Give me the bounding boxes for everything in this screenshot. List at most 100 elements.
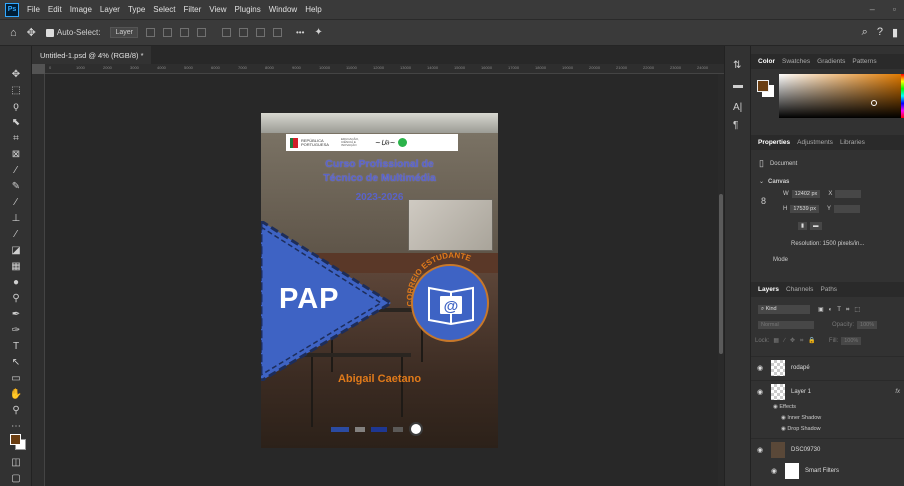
history-brush-icon[interactable]: ⁄ [10, 228, 22, 240]
object-select-icon[interactable]: ⬉ [10, 116, 22, 128]
gradient-icon[interactable]: ▦ [10, 260, 22, 272]
opacity-field[interactable]: 100% [857, 321, 878, 329]
comments-panel-icon[interactable]: ▬ [733, 80, 743, 91]
document-canvas[interactable]: REPÚBLICA PORTUGUESA EDUCAÇÃO, CIÊNCIA E… [261, 113, 498, 448]
path-select-icon[interactable]: ↖ [10, 356, 22, 368]
tab-properties[interactable]: Properties [758, 139, 790, 146]
tab-swatches[interactable]: Swatches [782, 58, 810, 65]
character-panel-icon[interactable]: A| [733, 102, 742, 113]
menu-image[interactable]: Image [70, 5, 92, 14]
menu-select[interactable]: Select [153, 5, 175, 14]
tab-channels[interactable]: Channels [786, 286, 813, 293]
layer-row-rodape[interactable]: ◉ rodapé [751, 356, 904, 378]
minimize-icon[interactable]: – [870, 4, 875, 14]
history-panel-icon[interactable]: ⇅ [733, 60, 741, 71]
stamp-icon[interactable]: ⊥ [10, 212, 22, 224]
auto-select-dropdown[interactable]: Layer [110, 27, 138, 38]
drop-shadow-row[interactable]: ◉ Drop Shadow [781, 426, 821, 432]
link-dimensions-icon[interactable]: 8 [761, 196, 766, 206]
y-field[interactable] [834, 205, 860, 213]
tab-paths[interactable]: Paths [820, 286, 837, 293]
visibility-eye-icon[interactable]: ◉ [767, 467, 781, 475]
align-top-icon[interactable] [196, 28, 206, 37]
marquee-icon[interactable]: ⬚ [10, 84, 22, 96]
layer-filter-icons[interactable]: ▣◐T⌗⬚ [818, 306, 865, 314]
color-picker-cursor[interactable] [871, 100, 877, 106]
menu-file[interactable]: File [27, 5, 40, 14]
blur-icon[interactable]: ● [10, 276, 22, 288]
color-picker-field[interactable] [779, 74, 901, 118]
distribute-right-icon[interactable] [255, 28, 265, 37]
visibility-eye-icon[interactable]: ◉ [753, 446, 767, 454]
eraser-icon[interactable]: ◪ [10, 244, 22, 256]
portrait-icon[interactable]: ▮ [798, 222, 808, 230]
move-tool-icon[interactable]: ✥ [27, 26, 36, 39]
app-logo[interactable]: Ps [5, 2, 19, 17]
distribute-vertical-icon[interactable] [272, 28, 282, 37]
landscape-icon[interactable]: ▬ [810, 222, 822, 230]
distribute-center-icon[interactable] [238, 28, 248, 37]
align-right-icon[interactable] [179, 28, 189, 37]
restore-icon[interactable]: ▫ [893, 4, 896, 14]
pen-alt-icon[interactable]: ✑ [10, 324, 22, 336]
healing-icon[interactable]: ✎ [10, 180, 22, 192]
screen-mode-icon[interactable]: ▢ [10, 472, 22, 484]
canvas-section-header[interactable]: ⌄ Canvas [759, 178, 789, 186]
tab-adjustments[interactable]: Adjustments [797, 139, 833, 146]
visibility-eye-icon[interactable]: ◉ [753, 388, 767, 396]
auto-select-checkbox[interactable]: Auto-Select: [45, 28, 100, 37]
hand-icon[interactable]: ✋ [10, 388, 22, 400]
menu-edit[interactable]: Edit [48, 5, 62, 14]
visibility-eye-icon[interactable]: ◉ [753, 364, 767, 372]
effects-row[interactable]: ◉ Effects [773, 404, 796, 410]
distribute-icon[interactable] [221, 28, 231, 37]
move-icon[interactable]: ✥ [10, 68, 22, 80]
menu-filter[interactable]: Filter [184, 5, 202, 14]
width-field[interactable]: 12402 px [791, 190, 821, 198]
menu-help[interactable]: Help [305, 5, 321, 14]
menu-plugins[interactable]: Plugins [235, 5, 261, 14]
3d-mode-icon[interactable]: ✦ [314, 27, 322, 38]
brush-icon[interactable]: ∕ [10, 196, 22, 208]
smart-filters-row[interactable]: ◉ Smart Filters [751, 460, 904, 482]
paragraph-panel-icon[interactable]: ¶ [733, 120, 738, 131]
blend-mode-dropdown[interactable]: Normal [758, 321, 814, 329]
fx-badge[interactable]: fx [895, 389, 900, 395]
document-tab[interactable]: Untitled-1.psd @ 4% (RGB/8) * [32, 46, 152, 64]
frame-icon[interactable]: ⊠ [10, 148, 22, 160]
workspace-icon[interactable]: ▮ [892, 26, 898, 39]
more-tools-icon[interactable]: ⋯ [10, 420, 22, 432]
height-field[interactable]: 17539 px [790, 205, 819, 213]
menu-view[interactable]: View [209, 5, 226, 14]
tab-patterns[interactable]: Patterns [852, 58, 876, 65]
tab-color[interactable]: Color [758, 58, 775, 65]
pen-icon[interactable]: ✒ [10, 308, 22, 320]
zoom-icon[interactable]: ⚲ [10, 404, 22, 416]
dodge-icon[interactable]: ⚲ [10, 292, 22, 304]
tab-libraries[interactable]: Libraries [840, 139, 865, 146]
layer-row-layer-1[interactable]: ◉ Layer 1 fx [751, 380, 904, 402]
align-center-icon[interactable] [162, 28, 172, 37]
align-left-icon[interactable] [145, 28, 155, 37]
x-field[interactable] [835, 190, 862, 198]
home-icon[interactable]: ⌂ [10, 27, 17, 39]
crop-icon[interactable]: ⌗ [10, 132, 22, 144]
kind-filter-dropdown[interactable]: ⌕ Kind [758, 305, 810, 314]
help-icon[interactable]: ? [877, 26, 883, 39]
type-icon[interactable]: T [10, 340, 22, 352]
layer-row-dsc09730[interactable]: ◉ DSC09730 [751, 438, 904, 460]
tab-gradients[interactable]: Gradients [817, 58, 845, 65]
foreground-color-swatch[interactable] [10, 434, 21, 445]
tab-layers[interactable]: Layers [758, 286, 779, 293]
menu-layer[interactable]: Layer [100, 5, 120, 14]
eyedropper-icon[interactable]: ⁄ [10, 164, 22, 176]
scrollbar-thumb[interactable] [719, 194, 723, 354]
panel-foreground-swatch[interactable] [757, 80, 769, 92]
menu-window[interactable]: Window [269, 5, 297, 14]
menu-type[interactable]: Type [128, 5, 145, 14]
search-icon[interactable]: ⌕ [862, 26, 868, 39]
quick-mask-icon[interactable]: ◫ [10, 456, 22, 468]
more-options-icon[interactable]: ••• [296, 28, 304, 37]
lasso-icon[interactable]: ϙ [10, 100, 22, 112]
lock-icons[interactable]: ▦∕✥⌗🔒 [773, 337, 821, 345]
